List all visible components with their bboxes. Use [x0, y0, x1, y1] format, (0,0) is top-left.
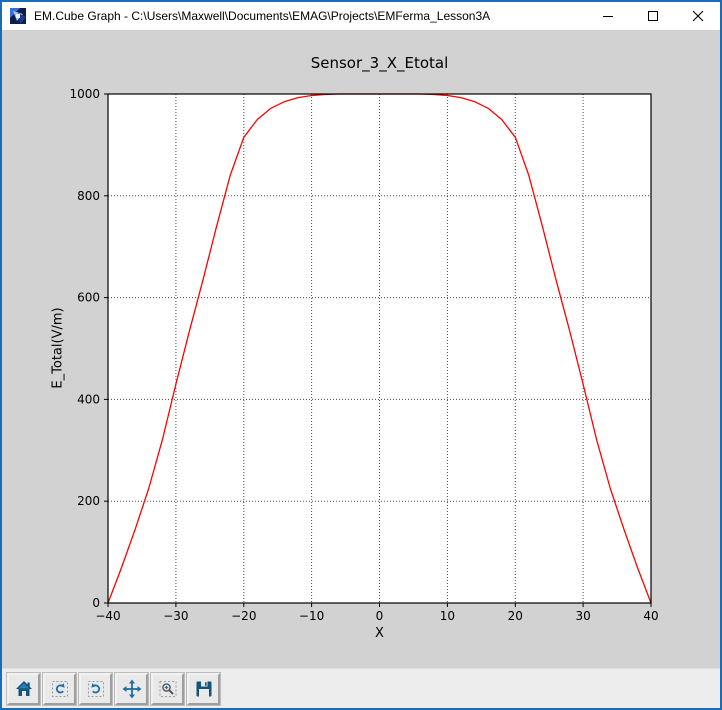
app-icon: [10, 8, 26, 24]
app-window: EM.Cube Graph - C:\Users\Maxwell\Documen…: [0, 0, 722, 710]
svg-text:40: 40: [643, 609, 658, 623]
maximize-icon: [647, 10, 659, 22]
svg-text:−20: −20: [231, 609, 256, 623]
back-arrow-icon: [49, 678, 71, 700]
navigation-toolbar: [2, 668, 720, 708]
maximize-button[interactable]: [630, 2, 675, 30]
zoom-magnifier-icon: [157, 678, 179, 700]
zoom-rect-button[interactable]: [151, 673, 184, 705]
svg-text:10: 10: [440, 609, 455, 623]
svg-text:0: 0: [376, 609, 384, 623]
window-title: EM.Cube Graph - C:\Users\Maxwell\Documen…: [34, 9, 585, 23]
svg-text:−10: −10: [299, 609, 324, 623]
x-tick-labels: −40 −30 −20 −10 0 10 20 30 40: [95, 609, 658, 623]
svg-text:600: 600: [77, 291, 100, 305]
save-button[interactable]: [187, 673, 220, 705]
figure-canvas[interactable]: Sensor_3_X_Etotal E_Total(V/m) X −40−30−…: [2, 30, 720, 668]
window-controls: [585, 2, 720, 30]
home-icon: [13, 678, 35, 700]
forward-arrow-icon: [85, 678, 107, 700]
minimize-button[interactable]: [585, 2, 630, 30]
y-axis-label: E_Total(V/m): [51, 307, 66, 388]
forward-button[interactable]: [79, 673, 112, 705]
svg-text:800: 800: [77, 189, 100, 203]
svg-text:−40: −40: [95, 609, 120, 623]
pan-button[interactable]: [115, 673, 148, 705]
svg-text:20: 20: [508, 609, 523, 623]
back-button[interactable]: [43, 673, 76, 705]
close-button[interactable]: [675, 2, 720, 30]
pan-move-icon: [121, 678, 143, 700]
save-floppy-icon: [193, 678, 215, 700]
plot-svg[interactable]: −40−30−20−1001020304002004006008001000: [108, 94, 651, 603]
svg-text:1000: 1000: [69, 87, 100, 101]
chart-title: Sensor_3_X_Etotal: [108, 54, 651, 72]
close-icon: [692, 10, 704, 22]
title-bar[interactable]: EM.Cube Graph - C:\Users\Maxwell\Documen…: [2, 2, 720, 30]
svg-text:0: 0: [92, 596, 100, 610]
home-button[interactable]: [7, 673, 40, 705]
svg-text:400: 400: [77, 392, 100, 406]
y-tick-labels: 0 200 400 600 800 1000: [69, 87, 100, 610]
minimize-icon: [602, 10, 614, 22]
svg-text:30: 30: [575, 609, 590, 623]
svg-text:−30: −30: [163, 609, 188, 623]
x-axis-label: X: [108, 626, 651, 641]
svg-text:200: 200: [77, 494, 100, 508]
